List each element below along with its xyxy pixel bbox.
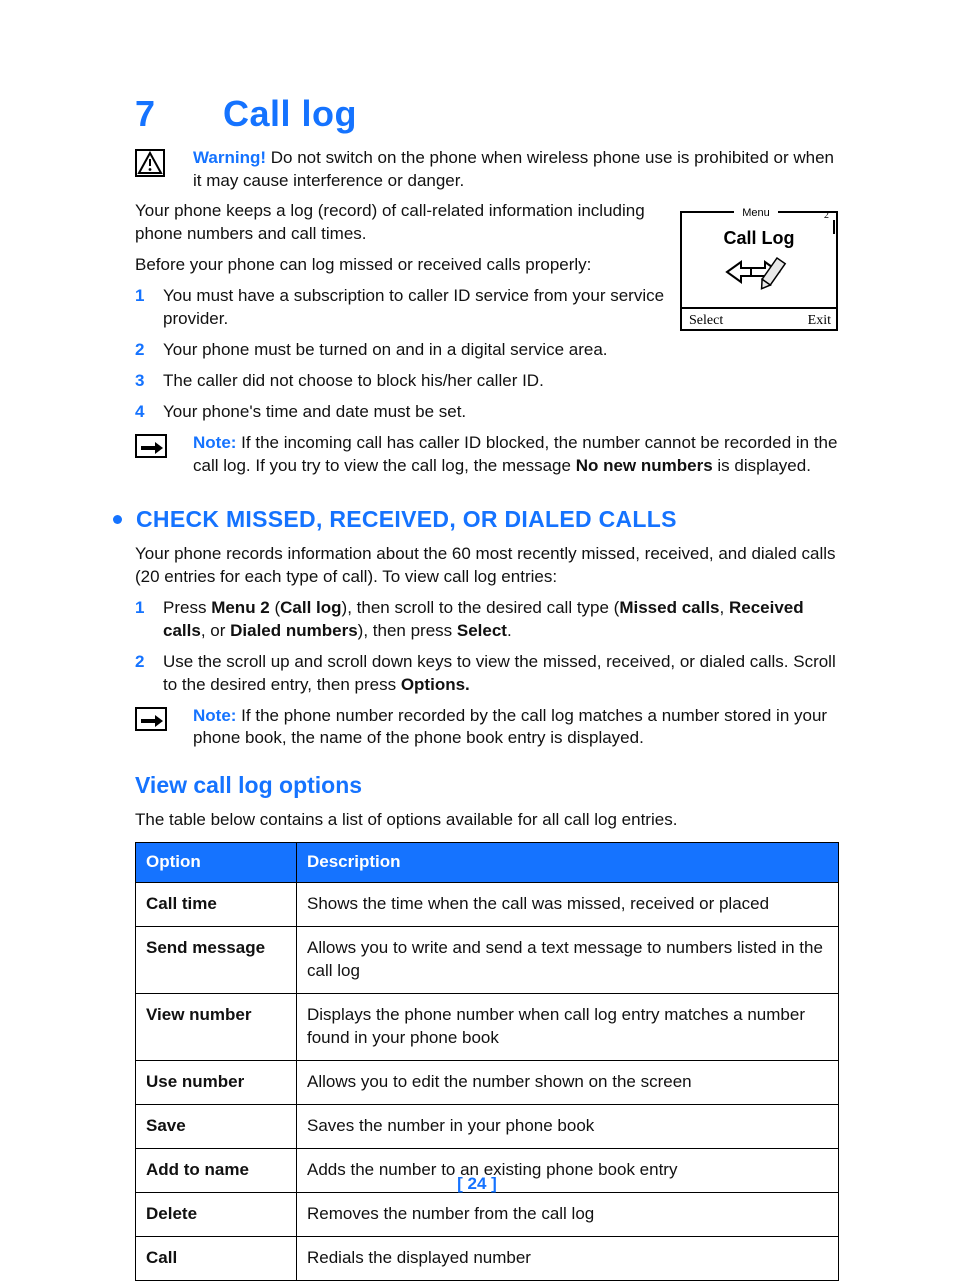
- section-intro: Your phone records information about the…: [135, 543, 839, 589]
- list-item: 1 Press Menu 2 (Call log), then scroll t…: [135, 597, 839, 643]
- section-heading: CHECK MISSED, RECEIVED, OR DIALED CALLS: [135, 504, 839, 535]
- table-row: Use numberAllows you to edit the number …: [136, 1061, 839, 1105]
- options-table: Option Description Call timeShows the ti…: [135, 842, 839, 1280]
- table-row: CallRedials the displayed number: [136, 1236, 839, 1280]
- warning-icon: [135, 149, 165, 193]
- sub-intro: The table below contains a list of optio…: [135, 809, 839, 832]
- table-row: SaveSaves the number in your phone book: [136, 1104, 839, 1148]
- phone-screen-illustration: Menu 2 Call Log Select Exit: [679, 204, 839, 332]
- note-label: Note:: [193, 706, 236, 725]
- chapter-number: 7: [135, 90, 223, 139]
- intro-paragraph-2: Before your phone can log missed or rece…: [135, 254, 645, 277]
- page-number: [ 24 ]: [0, 1173, 954, 1196]
- list-item: 2 Use the scroll up and scroll down keys…: [135, 651, 839, 697]
- warning-callout: Warning! Do not switch on the phone when…: [135, 147, 839, 193]
- chapter-title: Call log: [223, 90, 357, 139]
- table-row: DeleteRemoves the number from the call l…: [136, 1192, 839, 1236]
- phone-title: Call Log: [724, 228, 795, 248]
- note-text-post: is displayed.: [713, 456, 811, 475]
- list-item: 2Your phone must be turned on and in a d…: [135, 339, 839, 362]
- table-header-option: Option: [136, 843, 297, 883]
- chapter-heading: 7 Call log: [135, 90, 839, 139]
- table-header-description: Description: [297, 843, 839, 883]
- phone-select-softkey: Select: [689, 313, 723, 328]
- note-arrow-icon: [135, 434, 167, 478]
- phone-menu-index: 2: [824, 210, 829, 221]
- note-text: If the phone number recorded by the call…: [193, 706, 827, 748]
- note-callout-1: Note: If the incoming call has caller ID…: [135, 432, 839, 478]
- warning-text: Do not switch on the phone when wireless…: [193, 148, 834, 190]
- note-label: Note:: [193, 433, 236, 452]
- steps-list: 1 Press Menu 2 (Call log), then scroll t…: [135, 597, 839, 697]
- section-title: CHECK MISSED, RECEIVED, OR DIALED CALLS: [136, 504, 677, 535]
- note-bold: No new numbers: [576, 456, 713, 475]
- note-callout-2: Note: If the phone number recorded by th…: [135, 705, 839, 751]
- note-arrow-icon: [135, 707, 167, 751]
- list-item: 3The caller did not choose to block his/…: [135, 370, 839, 393]
- list-item: 4Your phone's time and date must be set.: [135, 401, 839, 424]
- phone-exit-softkey: Exit: [808, 313, 831, 328]
- table-row: View numberDisplays the phone number whe…: [136, 994, 839, 1061]
- bullet-icon: [113, 515, 122, 524]
- subheading: View call log options: [135, 770, 839, 801]
- intro-paragraph-1: Your phone keeps a log (record) of call-…: [135, 200, 645, 246]
- phone-menu-label: Menu: [742, 207, 770, 219]
- table-row: Call timeShows the time when the call wa…: [136, 883, 839, 927]
- warning-label: Warning!: [193, 148, 266, 167]
- table-row: Send messageAllows you to write and send…: [136, 927, 839, 994]
